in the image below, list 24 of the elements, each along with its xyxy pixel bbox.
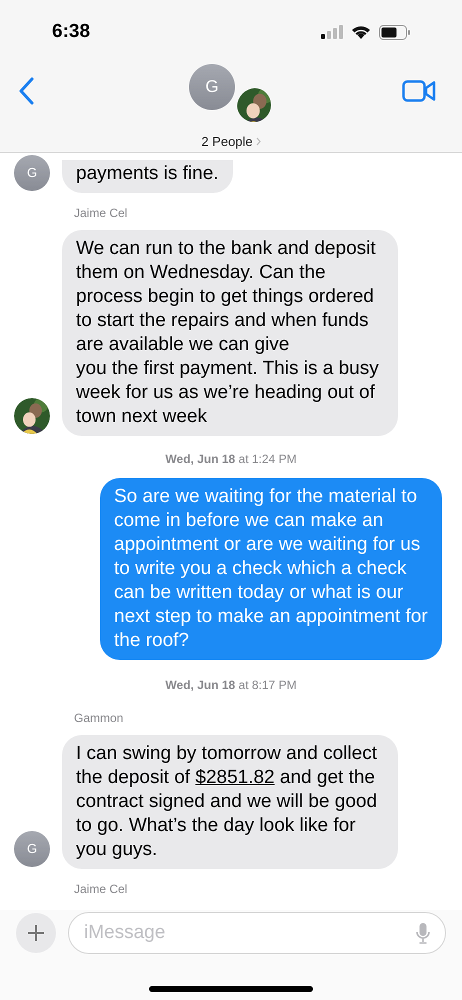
timestamp: Wed, Jun 18 at 8:17 PM [165, 677, 297, 694]
amount-link[interactable]: $2851.82 [195, 767, 275, 788]
avatar[interactable]: G [189, 64, 235, 110]
sender-name: Jaime Cel [74, 882, 128, 896]
sender-name: Gammon [74, 711, 124, 725]
avatar[interactable]: G [14, 831, 50, 867]
microphone-icon[interactable] [416, 922, 430, 944]
message-bubble: So are we waiting for the material to come in before we can make an appointment or are we waiting for us to write you a check which a check can be written today or what is our next step to make an appointment for the roof? [100, 478, 442, 660]
status-time: 6:38 [52, 20, 90, 44]
sender-name: Jaime Cel [74, 206, 128, 220]
chevron-icon [256, 137, 261, 146]
video-call-button[interactable] [402, 80, 436, 102]
add-button[interactable] [16, 913, 56, 953]
message-input[interactable]: iMessage [68, 912, 446, 954]
message-bubble: payments is fine. [62, 160, 233, 193]
signal-icon [321, 25, 343, 39]
message-bubble: We can run to the bank and deposit them on Wednesday. Can the process begin to get things ordered to start the repairs and when funds are available we can give you the first payment. This is a busy week for us as we’re heading out of town next week [62, 230, 398, 436]
avatar[interactable]: G [14, 155, 50, 191]
group-name[interactable]: 2 People [201, 132, 253, 152]
battery-icon [379, 24, 410, 40]
message-bubble: I can swing by tomorrow and collect the deposit of $2851.82 and get the contract signed and we will be good to go. What’s the day look like for you guys. [62, 735, 398, 869]
plus-icon [27, 924, 45, 942]
wifi-icon [351, 25, 371, 39]
timestamp: Wed, Jun 18 at 1:24 PM [165, 451, 297, 468]
